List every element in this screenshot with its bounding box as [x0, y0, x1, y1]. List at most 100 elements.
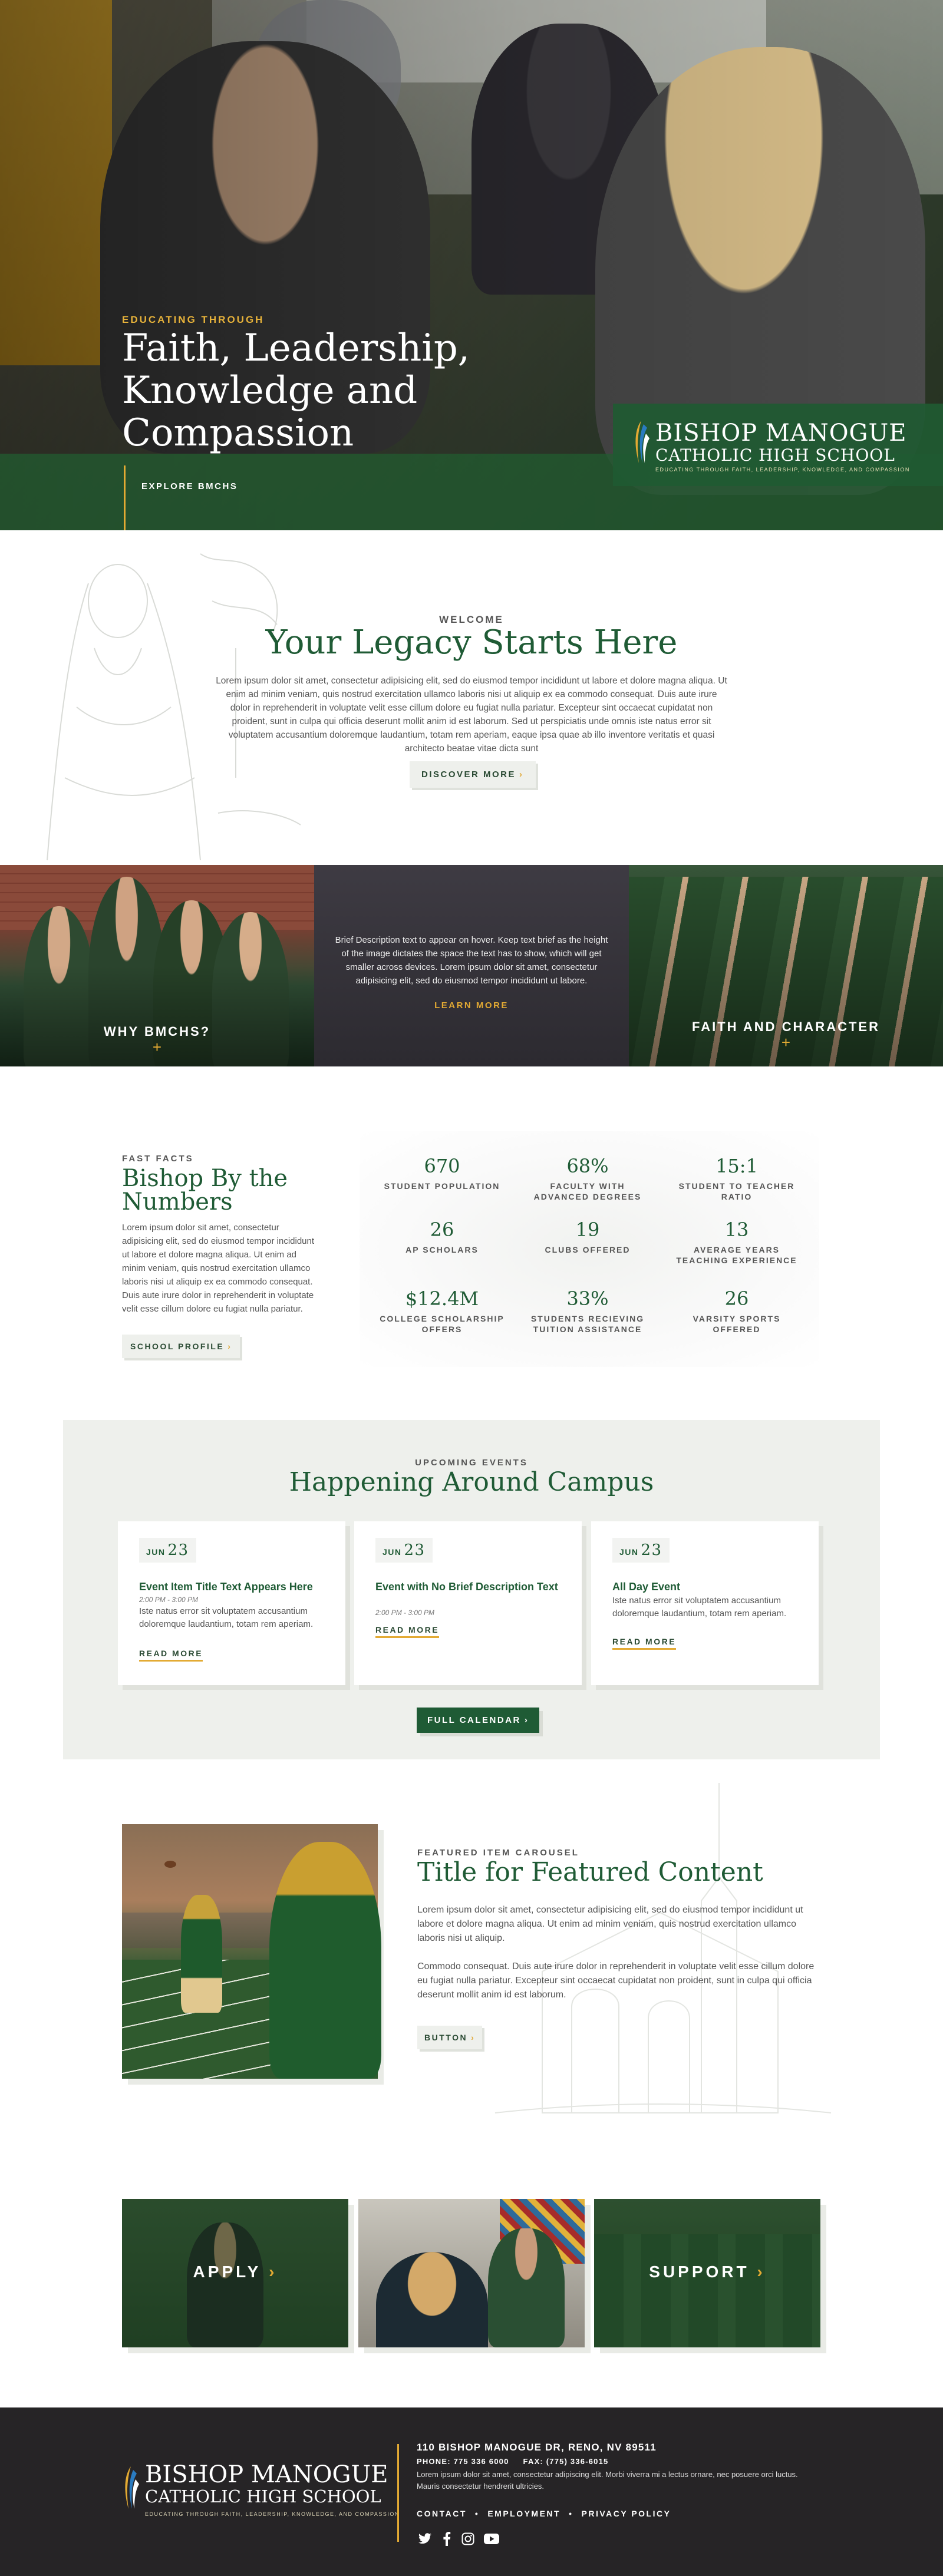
chevron-right-icon: ›: [757, 2263, 766, 2281]
school-name-line2: CATHOLIC HIGH SCHOOL: [145, 2486, 381, 2506]
discover-more-button[interactable]: DISCOVER MORE ›: [410, 761, 536, 788]
event-day: 23: [641, 1541, 662, 1559]
featured-eyebrow: FEATURED ITEM CAROUSEL: [417, 1848, 579, 1858]
event-title[interactable]: Event with No Brief Description Text: [375, 1580, 570, 1593]
event-title[interactable]: All Day Event: [612, 1580, 807, 1593]
school-profile-button[interactable]: SCHOOL PROFILE ›: [122, 1335, 240, 1358]
fact-label: STUDENTS RECIEVING TUITION ASSISTANCE: [530, 1314, 645, 1334]
event-title[interactable]: Event Item Title Text Appears Here: [139, 1580, 334, 1593]
read-more-link[interactable]: READ MORE: [139, 1649, 203, 1662]
event-body: Iste natus error sit voluptatem accusant…: [139, 1606, 314, 1629]
student-back-of-head: [376, 2252, 488, 2347]
fact-value: 670: [424, 1155, 460, 1177]
support-text: SUPPORT: [649, 2263, 750, 2281]
featured-button[interactable]: BUTTON ›: [417, 2026, 483, 2049]
fact-label: COLLEGE SCHOLARSHIP OFFERS: [380, 1314, 505, 1334]
hero-school-tagline: EDUCATING THROUGH FAITH, LEADERSHIP, KNO…: [655, 467, 910, 473]
discover-more-label: DISCOVER MORE: [421, 770, 516, 780]
events-eyebrow: UPCOMING EVENTS: [415, 1458, 528, 1468]
church-sketch: [494, 1783, 832, 2113]
tile-learn-more[interactable]: Brief Description text to appear on hove…: [314, 865, 629, 1066]
fact-label: FACULTY WITH ADVANCED DEGREES: [533, 1181, 642, 1201]
facts-title: Bishop By the Numbers: [122, 1165, 288, 1216]
facebook-icon[interactable]: [438, 2531, 455, 2547]
school-profile-label: SCHOOL PROFILE: [130, 1342, 225, 1351]
footer-phone: PHONE: 775 336 6000 FAX: (775) 336-6015: [417, 2457, 609, 2466]
chevron-right-icon: ›: [227, 1342, 232, 1351]
hero-gold-line: [124, 465, 126, 530]
fact-label: AVERAGE YEARS TEACHING EXPERIENCE: [676, 1245, 797, 1265]
fact-value: $12.4M: [405, 1287, 479, 1310]
privacy-policy-link[interactable]: PRIVACY POLICY: [582, 2509, 671, 2518]
featured-image-football: [122, 1824, 381, 2079]
event-month: JUN: [619, 1547, 639, 1557]
hero-eyebrow: EDUCATING THROUGH: [122, 314, 265, 325]
twitter-icon[interactable]: [417, 2531, 433, 2547]
welcome-title: Your Legacy Starts Here: [265, 623, 678, 662]
instagram-icon[interactable]: [460, 2531, 476, 2547]
support-label: SUPPORT ›: [594, 2263, 820, 2281]
event-card[interactable]: JUN 23 All Day Event Iste natus error sit…: [591, 1521, 819, 1685]
featured-paragraph-1: Lorem ipsum dolor sit amet, consectetur …: [417, 1905, 803, 1943]
chevron-right-icon: ›: [519, 770, 524, 780]
contact-link[interactable]: CONTACT: [417, 2509, 467, 2518]
plus-icon: +: [781, 1033, 791, 1051]
event-month: JUN: [146, 1547, 166, 1557]
learn-more-link: LEARN MORE: [434, 1000, 509, 1010]
tile-why-bmchs[interactable]: WHY BMCHS? +: [0, 865, 314, 1066]
event-date-badge: JUN 23: [375, 1538, 433, 1563]
nav-separator: •: [474, 2509, 480, 2518]
event-month: JUN: [383, 1547, 402, 1557]
fact-value: 13: [724, 1218, 749, 1241]
fact-label: STUDENT TO TEACHER RATIO: [678, 1181, 795, 1201]
tile-faith-label: FAITH AND CHARACTER: [692, 1019, 880, 1034]
plus-icon: +: [152, 1038, 162, 1056]
school-name-line2: CATHOLIC HIGH SCHOOL: [655, 445, 895, 465]
footer-school-name[interactable]: BISHOP MANOGUE CATHOLIC HIGH SCHOOL: [145, 2463, 388, 2506]
event-card[interactable]: JUN 23 Event with No Brief Description Te…: [354, 1521, 582, 1685]
cta-section: APPLY › SUPPORT ›: [0, 2154, 943, 2407]
full-calendar-button[interactable]: FULL CALENDAR ›: [417, 1708, 540, 1733]
player-foreground: [269, 1842, 381, 2079]
fast-facts-section: FAST FACTS Bishop By the Numbers Lorem i…: [0, 1066, 943, 1420]
fact-label: CLUBS OFFERED: [545, 1245, 631, 1254]
school-name-line1: BISHOP MANOGUE: [145, 2461, 388, 2488]
classroom-image-tile[interactable]: [358, 2199, 585, 2347]
event-time: 2:00 PM - 3:00 PM: [139, 1596, 199, 1604]
event-date-badge: JUN 23: [612, 1538, 670, 1563]
student-presenting: [488, 2228, 565, 2347]
fact-label: AP SCHOLARS: [405, 1245, 479, 1254]
apply-tile[interactable]: APPLY ›: [122, 2199, 348, 2347]
chevron-right-icon: ›: [269, 2263, 278, 2281]
promo-tiles: WHY BMCHS? + Brief Description text to a…: [0, 865, 943, 1066]
fact-value: 33%: [566, 1287, 609, 1310]
apply-label: APPLY ›: [122, 2263, 348, 2281]
footer-nav: CONTACT • EMPLOYMENT • PRIVACY POLICY: [417, 2509, 671, 2518]
tile-why-bmchs-label: WHY BMCHS?: [103, 1024, 211, 1039]
explore-bmchs-link[interactable]: EXPLORE BMCHS: [141, 481, 238, 491]
fact-value: 19: [575, 1218, 600, 1241]
fact-item: 15:1 STUDENT TO TEACHER RATIO: [672, 1155, 802, 1202]
event-card[interactable]: JUN 23 Event Item Title Text Appears Here…: [118, 1521, 345, 1685]
hero-title: Faith, Leadership, Knowledge and Compass…: [122, 326, 470, 455]
read-more-link[interactable]: READ MORE: [375, 1625, 440, 1638]
chevron-right-icon: ›: [471, 2033, 476, 2042]
events-title: Happening Around Campus: [289, 1467, 654, 1497]
read-more-link[interactable]: READ MORE: [612, 1637, 677, 1650]
featured-title: Title for Featured Content: [417, 1857, 763, 1887]
full-calendar-label: FULL CALENDAR: [427, 1715, 521, 1725]
support-tile[interactable]: SUPPORT ›: [594, 2199, 820, 2347]
featured-paragraph-2: Commodo consequat. Duis aute irure dolor…: [417, 1961, 815, 2000]
tile-faith-and-character[interactable]: FAITH AND CHARACTER +: [629, 865, 943, 1066]
event-body: Iste natus error sit voluptatem accusant…: [612, 1596, 787, 1619]
fact-item: 68% FACULTY WITH ADVANCED DEGREES: [523, 1155, 652, 1202]
facts-body: Lorem ipsum dolor sit amet, consectetur …: [122, 1223, 315, 1314]
employment-link[interactable]: EMPLOYMENT: [487, 2509, 560, 2518]
school-name-line1: BISHOP MANOGUE: [655, 420, 907, 447]
player-throwing: [181, 1895, 222, 2013]
school-crest-icon: [635, 421, 649, 463]
site-footer: BISHOP MANOGUE CATHOLIC HIGH SCHOOL EDUC…: [0, 2407, 943, 2576]
welcome-section: WELCOME Your Legacy Starts Here Lorem ip…: [0, 530, 943, 865]
football: [164, 1861, 176, 1868]
youtube-icon[interactable]: [483, 2531, 500, 2547]
